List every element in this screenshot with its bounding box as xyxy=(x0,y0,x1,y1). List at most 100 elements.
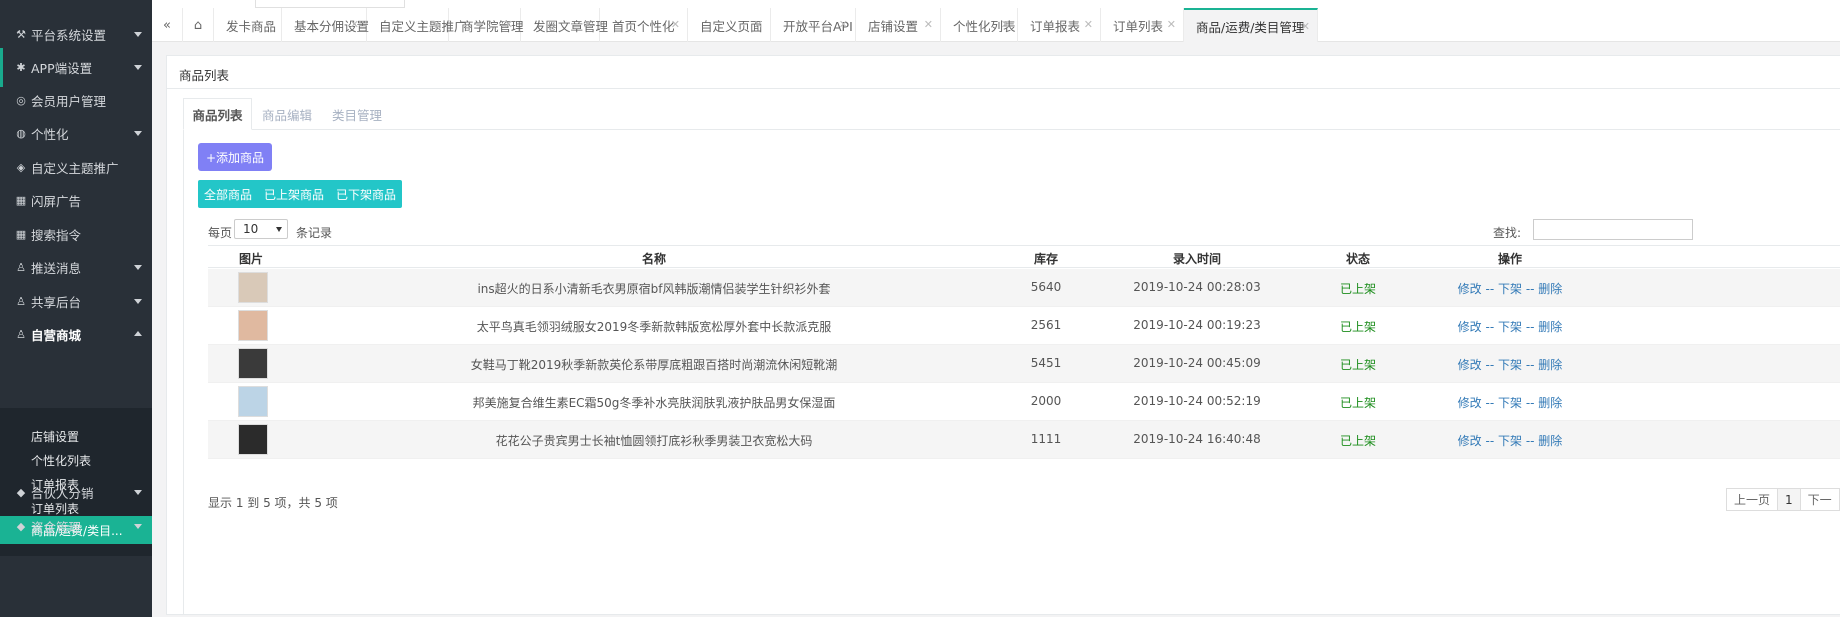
offshelf-link[interactable]: 下架 xyxy=(1498,396,1522,410)
close-icon[interactable]: ✕ xyxy=(754,18,763,31)
close-icon[interactable]: ✕ xyxy=(1301,20,1310,33)
prev-page-button[interactable]: 上一页 xyxy=(1726,488,1779,511)
edit-link[interactable]: 修改 xyxy=(1458,396,1482,410)
tab-item[interactable]: 订单报表 ✕ xyxy=(1018,8,1101,42)
double-chevron-left-icon[interactable]: « xyxy=(152,8,183,42)
status-cell: 已上架 xyxy=(1339,358,1377,372)
sidebar-item-label: 个性化 xyxy=(31,127,69,142)
close-icon[interactable]: ✕ xyxy=(265,18,274,31)
status-cell: 已上架 xyxy=(1339,434,1377,448)
tab-label: 订单报表 xyxy=(1030,18,1081,34)
tab-item[interactable]: 订单列表 ✕ xyxy=(1101,8,1184,42)
offshelf-link[interactable]: 下架 xyxy=(1498,358,1522,372)
stock-cell: 5451 xyxy=(1030,356,1062,370)
caret-down-icon xyxy=(134,65,142,70)
delete-link[interactable]: 删除 xyxy=(1538,320,1562,334)
sidebar-item-label: 资金管理 xyxy=(31,520,82,535)
row-actions: 修改 -- 下架 -- 删除 xyxy=(1458,432,1563,449)
inner-tab-content: +添加商品 全部商品 已上架商品 已下架商品 每页 10 条记录 查找: 图片 … xyxy=(183,130,1840,615)
delete-link[interactable]: 删除 xyxy=(1538,434,1562,448)
tab-item[interactable]: 自定义页面 ✕ xyxy=(688,8,771,42)
layers-icon: ◆ xyxy=(16,519,26,533)
status-cell: 已上架 xyxy=(1339,396,1377,410)
edit-link[interactable]: 修改 xyxy=(1458,282,1482,296)
action-separator: -- xyxy=(1481,320,1498,334)
tab-item[interactable]: 首页个性化 ✕ xyxy=(600,8,688,42)
row-actions: 修改 -- 下架 -- 删除 xyxy=(1458,280,1563,297)
inner-tab-category[interactable]: 类目管理 xyxy=(322,98,392,130)
inner-tab-product-list[interactable]: 商品列表 xyxy=(183,98,252,130)
shield-check-icon: ◎ xyxy=(16,93,26,107)
tab-item[interactable]: 自定义主题推广 ✕ xyxy=(367,8,467,42)
delete-link[interactable]: 删除 xyxy=(1538,396,1562,410)
search-input[interactable] xyxy=(1533,219,1693,240)
tab-item[interactable]: 发圈文章管理 ✕ xyxy=(521,8,608,42)
col-header-time: 录入时间 xyxy=(1172,252,1222,266)
next-page-button[interactable]: 下一 xyxy=(1799,488,1840,511)
tab-item[interactable]: 商学院管理 ✕ xyxy=(449,8,524,42)
add-product-button[interactable]: +添加商品 xyxy=(198,143,272,171)
row-actions: 修改 -- 下架 -- 删除 xyxy=(1458,318,1563,335)
close-icon[interactable]: ✕ xyxy=(1084,18,1093,31)
inner-tab-product-edit[interactable]: 商品编辑 xyxy=(252,98,322,130)
close-icon[interactable]: ✕ xyxy=(583,18,592,31)
inner-tabs: 商品列表 商品编辑 类目管理 xyxy=(183,98,1840,130)
caret-down-icon xyxy=(134,32,142,37)
close-icon[interactable]: ✕ xyxy=(432,18,441,31)
tab-item[interactable]: 店铺设置 ✕ xyxy=(856,8,941,42)
sidebar-item-label: 自营商城 xyxy=(31,328,82,343)
stock-cell: 1111 xyxy=(1030,432,1062,446)
sidebar-item-10[interactable]: ♙ 自营商城 xyxy=(0,315,152,354)
product-thumbnail xyxy=(238,424,268,455)
close-icon[interactable]: ✕ xyxy=(924,18,933,31)
offshelf-link[interactable]: 下架 xyxy=(1498,282,1522,296)
filter-off-shelf-button[interactable]: 已下架商品 xyxy=(330,180,402,208)
page-length-label: 每页 xyxy=(208,226,233,240)
layers-icon: ◆ xyxy=(16,485,26,499)
user-icon: ♙ xyxy=(16,260,26,274)
status-filter-group: 全部商品 已上架商品 已下架商品 xyxy=(198,180,403,208)
home-icon[interactable]: ⌂ xyxy=(183,8,214,42)
edit-link[interactable]: 修改 xyxy=(1458,320,1482,334)
tab-label: 订单列表 xyxy=(1113,18,1164,34)
edit-link[interactable]: 修改 xyxy=(1458,434,1482,448)
table-row: 花花公子贵宾男士长袖t恤圆领打底衫秋季男装卫衣宽松大码 1111 2019-10-2… xyxy=(208,421,1840,459)
offshelf-link[interactable]: 下架 xyxy=(1498,320,1522,334)
tab-item[interactable]: 个性化列表 ✕ xyxy=(941,8,1018,42)
offshelf-link[interactable]: 下架 xyxy=(1498,434,1522,448)
delete-link[interactable]: 删除 xyxy=(1538,358,1562,372)
product-name-cell: 花花公子贵宾男士长袖t恤圆领打底衫秋季男装卫衣宽松大码 xyxy=(495,434,813,448)
cube-icon: ◈ xyxy=(16,160,26,174)
close-icon[interactable]: ✕ xyxy=(671,18,680,31)
top-search-box[interactable] xyxy=(255,0,405,8)
tab-item[interactable]: 商品/运费/类目管理 ✕ xyxy=(1184,8,1318,42)
col-header-status: 状态 xyxy=(1345,252,1371,266)
stock-cell: 2561 xyxy=(1030,318,1062,332)
created-time-cell: 2019-10-24 00:28:03 xyxy=(1133,280,1261,294)
action-separator: -- xyxy=(1522,396,1539,410)
edit-link[interactable]: 修改 xyxy=(1458,358,1482,372)
close-icon[interactable]: ✕ xyxy=(839,18,848,31)
close-icon[interactable]: ✕ xyxy=(504,18,513,31)
tab-item[interactable]: 基本分佣设置 ✕ xyxy=(282,8,369,42)
filter-on-shelf-button[interactable]: 已上架商品 xyxy=(258,180,330,208)
close-icon[interactable]: ✕ xyxy=(1167,18,1176,31)
panel-title: 商品列表 xyxy=(179,68,230,83)
filter-all-button[interactable]: 全部商品 xyxy=(198,180,258,208)
tab-item[interactable]: 开放平台API ✕ xyxy=(771,8,856,42)
sidebar-item-12[interactable]: ◆ 资金管理 xyxy=(0,507,152,546)
page-length-select[interactable]: 10 xyxy=(234,219,288,239)
tab-item[interactable]: 发卡商品 ✕ xyxy=(214,8,282,42)
close-icon[interactable]: ✕ xyxy=(350,18,359,31)
pagination: 上一页 1 下一 xyxy=(1726,488,1840,511)
sidebar: 店铺设置 个性化列表 订单报表 订单列表 商品/运费/类目... ⚒ 平台系统设置 ✱ APP端… xyxy=(0,0,152,617)
delete-link[interactable]: 删除 xyxy=(1538,282,1562,296)
product-name-cell: 女鞋马丁靴2019秋季新款英伦系带厚底粗跟百搭时尚潮流休闲短靴潮 xyxy=(470,358,838,372)
caret-down-icon xyxy=(276,227,282,232)
sidebar-item-label: 平台系统设置 xyxy=(31,28,107,43)
palette-icon: ◍ xyxy=(16,126,26,140)
product-name-cell: 邦美施复合维生素EC霜50g冬季补水亮肤润肤乳液护肤品男女保湿面 xyxy=(472,396,836,410)
close-icon[interactable]: ✕ xyxy=(1001,18,1010,31)
page-1-button[interactable]: 1 xyxy=(1777,488,1801,511)
tab-label: 商品/运费/类目管理 xyxy=(1196,19,1305,35)
